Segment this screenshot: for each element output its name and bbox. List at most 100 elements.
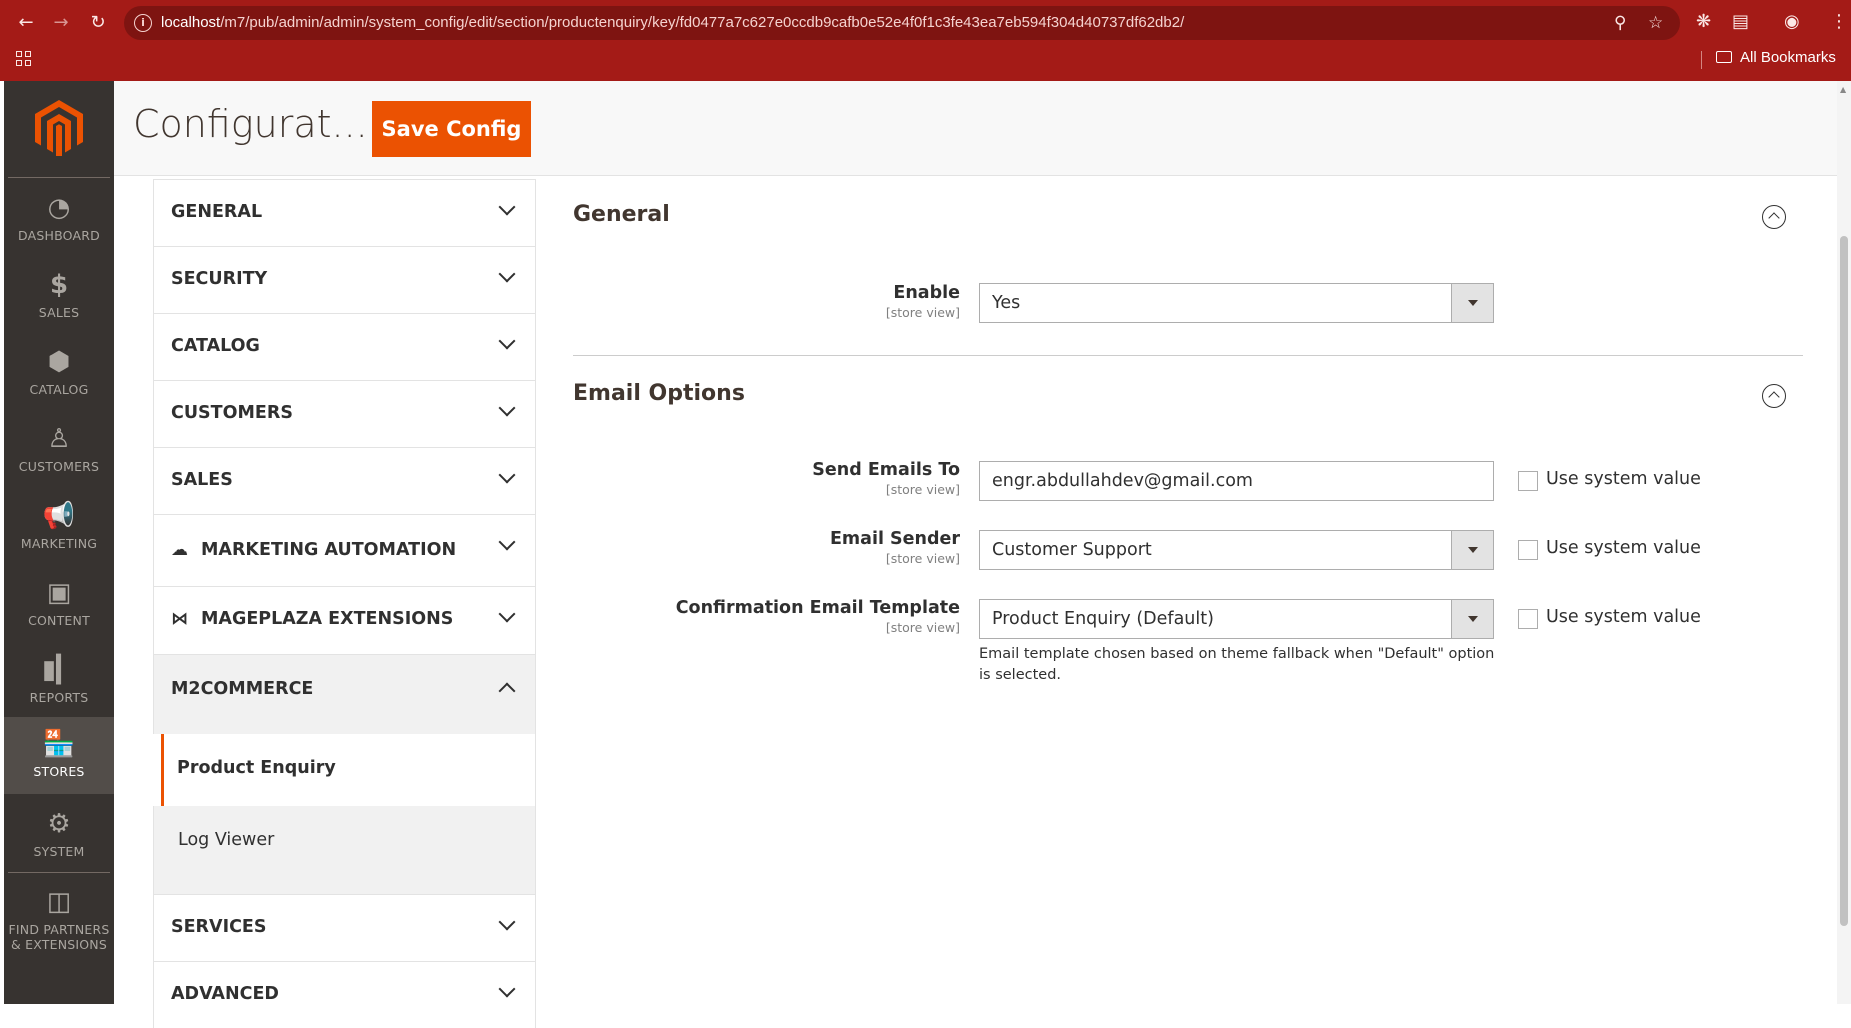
section-general-title[interactable]: General	[573, 202, 670, 227]
mageplaza-icon: ⋈	[171, 609, 188, 629]
tab-mageplaza-extensions[interactable]: ⋈ MAGEPLAZA EXTENSIONS	[153, 586, 536, 654]
confirmation-template-select[interactable]: Product Enquiry (Default)	[979, 599, 1494, 639]
extension-bug-icon[interactable]: ❋	[1696, 11, 1711, 32]
folder-icon	[1716, 51, 1732, 63]
config-tabs: GENERAL SECURITY CATALOG CUSTOMERS SALES…	[153, 179, 536, 1028]
nav-marketing[interactable]: 📢 MARKETING	[4, 489, 114, 566]
page-header: Configurat... Save Config	[114, 81, 1837, 176]
megaphone-icon: 📢	[42, 501, 76, 531]
tab-m2commerce-label: M2COMMERCE	[171, 679, 314, 699]
extensions-icon[interactable]: ▤	[1732, 11, 1749, 32]
nav-system[interactable]: ⚙ SYSTEM	[4, 797, 114, 874]
tab-security[interactable]: SECURITY	[153, 246, 536, 313]
person-icon: ♙	[47, 424, 71, 454]
tab-mageplaza-text: ⋈ MAGEPLAZA EXTENSIONS	[171, 609, 453, 629]
tab-customers[interactable]: CUSTOMERS	[153, 380, 536, 447]
chevron-down-icon	[498, 466, 516, 484]
zoom-icon[interactable]: ⚲	[1614, 13, 1626, 33]
tab-services-label: SERVICES	[171, 917, 267, 937]
chevron-down-icon	[498, 198, 516, 216]
dashboard-icon: ◔	[47, 193, 71, 223]
enable-select[interactable]: Yes	[979, 283, 1494, 323]
nav-reports[interactable]: ▮▎ REPORTS	[4, 643, 114, 720]
email-sender-select[interactable]: Customer Support	[979, 530, 1494, 570]
apps-grid-icon[interactable]	[16, 51, 31, 66]
sender-field-label: Email Sender [store view]	[830, 529, 960, 566]
tab-general-label: GENERAL	[171, 202, 263, 222]
reload-icon[interactable]: ↻	[86, 11, 110, 35]
tab-m2commerce[interactable]: M2COMMERCE	[153, 654, 536, 721]
nav-dashboard[interactable]: ◔ DASHBOARD	[4, 181, 114, 258]
address-bar[interactable]: i localhost/m7/pub/admin/admin/system_co…	[124, 6, 1680, 40]
forward-icon[interactable]: →	[49, 11, 73, 35]
subtab-log-viewer-label: Log Viewer	[178, 830, 275, 850]
tab-catalog[interactable]: CATALOG	[153, 313, 536, 380]
page-scrollbar[interactable]: ▲	[1837, 81, 1851, 1004]
tab-marketing-automation[interactable]: ☁ MARKETING AUTOMATION	[153, 514, 536, 586]
tab-sales[interactable]: SALES	[153, 447, 536, 514]
subtab-product-enquiry[interactable]: Product Enquiry	[161, 734, 536, 806]
enable-scope: [store view]	[885, 305, 960, 320]
dropdown-arrow-icon[interactable]	[1451, 284, 1493, 322]
tab-general[interactable]: GENERAL	[153, 179, 536, 246]
subtab-log-viewer[interactable]: Log Viewer	[153, 806, 536, 894]
magento-logo-icon[interactable]	[35, 100, 83, 156]
section-email-options-title[interactable]: Email Options	[573, 381, 745, 406]
send-emails-to-value: engr.abdullahdev@gmail.com	[992, 471, 1253, 491]
chevron-down-icon	[498, 265, 516, 283]
use-system-value-checkbox[interactable]	[1518, 471, 1538, 491]
nav-stores-label: STORES	[33, 764, 85, 779]
sender-scope: [store view]	[885, 551, 960, 566]
nav-marketing-label: MARKETING	[20, 536, 98, 551]
tab-advanced[interactable]: ADVANCED	[153, 961, 536, 1028]
collapse-email-options-icon[interactable]	[1762, 384, 1786, 408]
nav-customers-label: CUSTOMERS	[18, 459, 100, 474]
tab-mageplaza-label: MAGEPLAZA EXTENSIONS	[201, 609, 454, 629]
nav-catalog-label: CATALOG	[29, 382, 89, 397]
admin-sidebar: ◔ DASHBOARD $ SALES ⬢ CATALOG ♙ CUSTOMER…	[4, 81, 114, 1004]
template-note: Email template chosen based on theme fal…	[979, 646, 1495, 683]
send-emails-to-input[interactable]: engr.abdullahdev@gmail.com	[979, 461, 1494, 501]
back-icon[interactable]: ←	[14, 11, 38, 35]
menu-icon[interactable]: ⋮	[1830, 11, 1848, 32]
url-text[interactable]: localhost/m7/pub/admin/admin/system_conf…	[161, 14, 1184, 31]
use-system-value-checkbox[interactable]	[1518, 540, 1538, 560]
collapse-general-icon[interactable]	[1762, 205, 1786, 229]
nav-catalog[interactable]: ⬢ CATALOG	[4, 335, 114, 412]
chevron-up-icon	[498, 682, 516, 700]
email-sender-value: Customer Support	[992, 540, 1152, 560]
dropdown-arrow-icon[interactable]	[1451, 531, 1493, 569]
sender-label: Email Sender	[829, 529, 960, 549]
layout-icon: ▣	[46, 578, 72, 608]
chevron-down-icon	[498, 399, 516, 417]
all-bookmarks-label: All Bookmarks	[1740, 49, 1836, 66]
scrollbar-thumb[interactable]	[1840, 236, 1848, 926]
nav-find-partners-label2: & EXTENSIONS	[11, 937, 107, 952]
nav-separator	[8, 177, 110, 178]
browser-chrome: ← → ↻ i localhost/m7/pub/admin/admin/sys…	[0, 0, 1851, 81]
tab-marketing-automation-label: MARKETING AUTOMATION	[201, 540, 457, 560]
nav-dashboard-label: DASHBOARD	[18, 228, 100, 243]
nav-sales-label: SALES	[38, 305, 80, 320]
send-to-label: Send Emails To	[812, 460, 960, 480]
scroll-up-icon[interactable]: ▲	[1840, 85, 1846, 94]
nav-content[interactable]: ▣ CONTENT	[4, 566, 114, 643]
tab-services[interactable]: SERVICES	[153, 894, 536, 961]
nav-sales[interactable]: $ SALES	[4, 258, 114, 335]
all-bookmarks[interactable]: All Bookmarks	[1716, 49, 1836, 66]
dropdown-arrow-icon[interactable]	[1451, 600, 1493, 638]
star-icon[interactable]: ☆	[1648, 13, 1663, 33]
profile-avatar-icon[interactable]: ◉	[1784, 11, 1800, 32]
save-config-button[interactable]: Save Config	[372, 101, 531, 157]
nav-find-partners-label: FIND PARTNERS	[8, 922, 110, 937]
dollar-icon: $	[49, 270, 69, 300]
nav-find-partners[interactable]: ◫ FIND PARTNERS & EXTENSIONS	[4, 875, 114, 965]
send-to-scope: [store view]	[885, 482, 960, 497]
tab-catalog-label: CATALOG	[171, 336, 260, 356]
nav-stores[interactable]: 🏪 STORES	[4, 717, 114, 794]
page-title: Configurat...	[133, 102, 368, 146]
use-system-value-checkbox[interactable]	[1518, 609, 1538, 629]
nav-customers[interactable]: ♙ CUSTOMERS	[4, 412, 114, 489]
site-info-icon[interactable]: i	[134, 14, 152, 32]
chevron-down-icon	[498, 533, 516, 551]
